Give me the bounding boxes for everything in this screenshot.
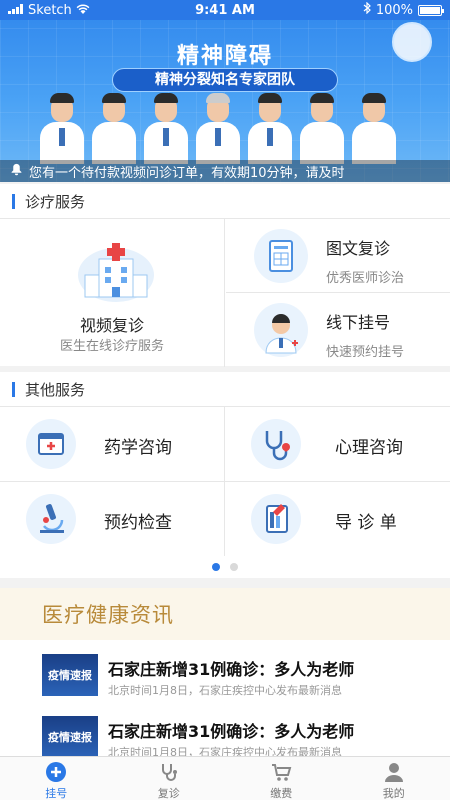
- doctor-figure: [92, 92, 136, 164]
- carrier-name: Sketch: [28, 2, 72, 18]
- tab-mine[interactable]: 我的: [338, 757, 450, 800]
- stethoscope-icon: [251, 419, 301, 469]
- psych-consult-button[interactable]: 心理咨询: [225, 407, 450, 482]
- page-dot-active[interactable]: [212, 563, 220, 571]
- tab-payment[interactable]: 缴费: [225, 757, 338, 800]
- page-indicator: [0, 556, 450, 578]
- psych-consult-label: 心理咨询: [335, 438, 403, 458]
- doctor-figure: [144, 92, 188, 164]
- section-title: 其他服务: [25, 380, 86, 399]
- image-text-consult-title: 图文复诊: [326, 239, 391, 258]
- status-bar: Sketch 9:41 AM 100%: [0, 0, 450, 20]
- banner[interactable]: 精神障碍 精神分裂知名专家团队 您有一个待付款视频问诊订单，有效期10分钟，请及…: [0, 0, 450, 182]
- document-icon: [251, 494, 301, 544]
- book-exam-label: 预约检查: [104, 513, 172, 533]
- news-title: 石家庄新增31例确诊：多人为老师: [108, 722, 355, 741]
- pharmacy-consult-label: 药学咨询: [104, 438, 172, 458]
- tab-label: 挂号: [45, 787, 68, 800]
- doctor-figure: [196, 92, 240, 164]
- report-icon: [254, 229, 308, 283]
- news-item[interactable]: 疫情速报 石家庄新增31例确诊：多人为老师 北京时间1月8日，石家庄疾控中心发布…: [0, 640, 450, 700]
- bluetooth-icon: [363, 1, 371, 18]
- payment-notice[interactable]: 您有一个待付款视频问诊订单，有效期10分钟，请及时: [0, 160, 450, 182]
- section-heading-other: 其他服务: [0, 372, 450, 406]
- tab-bar: 挂号 复诊 缴费 我的: [0, 756, 450, 800]
- news-heading: 医疗健康资讯: [0, 588, 450, 640]
- offline-registration-title: 线下挂号: [326, 313, 391, 332]
- tab-label: 我的: [382, 787, 405, 800]
- battery-percent: 100%: [375, 2, 413, 18]
- section-title: 诊疗服务: [25, 192, 86, 211]
- wifi-icon: [76, 3, 90, 18]
- news-list: 疫情速报 石家庄新增31例确诊：多人为老师 北京时间1月8日，石家庄疾控中心发布…: [0, 640, 450, 760]
- book-exam-button[interactable]: 预约检查: [0, 482, 225, 557]
- video-consult-title: 视频复诊: [79, 316, 144, 335]
- banner-subtitle: 精神分裂知名专家团队: [112, 68, 338, 92]
- section-accent: [12, 193, 15, 209]
- news-thumbnail: 疫情速报: [42, 654, 98, 696]
- hospital-icon: [78, 243, 154, 302]
- notice-text: 您有一个待付款视频问诊订单，有效期10分钟，请及时: [29, 165, 345, 181]
- tab-register[interactable]: 挂号: [0, 757, 113, 800]
- news-desc: 北京时间1月8日，石家庄疾控中心发布最新消息: [108, 684, 342, 697]
- video-consult-desc: 医生在线诊疗服务: [59, 339, 164, 354]
- doctor-figure: [352, 92, 396, 164]
- news-thumbnail: 疫情速报: [42, 716, 98, 758]
- battery-icon: [418, 4, 444, 16]
- pharmacy-consult-button[interactable]: 药学咨询: [0, 407, 225, 482]
- doctor-figure: [300, 92, 344, 164]
- other-services: 药学咨询 心理咨询 预约检查 导 诊 单: [0, 406, 450, 557]
- signal-icon: [8, 3, 24, 18]
- banner-title: 精神障碍: [176, 44, 273, 69]
- guide-sheet-button[interactable]: 导 诊 单: [225, 482, 450, 557]
- doctor-figure: [40, 92, 84, 164]
- plus-circle-icon: [44, 761, 68, 783]
- guide-sheet-label: 导 诊 单: [335, 513, 397, 533]
- cart-icon: [269, 761, 293, 783]
- doctor-icon: [254, 303, 308, 357]
- user-icon: [382, 761, 406, 783]
- tab-revisit[interactable]: 复诊: [113, 757, 226, 800]
- page-dot[interactable]: [230, 563, 238, 571]
- offline-registration-desc: 快速预约挂号: [326, 345, 405, 360]
- section-heading-diagnosis: 诊疗服务: [0, 184, 450, 218]
- tab-label: 复诊: [157, 787, 180, 800]
- doctor-team-image: [40, 92, 396, 164]
- doctor-figure: [248, 92, 292, 164]
- image-text-consult-card[interactable]: 图文复诊 优秀医师诊治: [226, 219, 450, 293]
- diagnosis-services: 视频复诊 医生在线诊疗服务 图文复诊 优秀医师诊治 线下挂号 快速预约挂号: [0, 218, 450, 367]
- video-consult-card[interactable]: 视频复诊 医生在线诊疗服务: [0, 219, 225, 367]
- news-title: 石家庄新增31例确诊：多人为老师: [108, 660, 355, 679]
- offline-registration-card[interactable]: 线下挂号 快速预约挂号: [226, 293, 450, 367]
- medicine-box-icon: [26, 419, 76, 469]
- microscope-icon: [26, 494, 76, 544]
- bell-icon: [10, 163, 23, 180]
- tab-label: 缴费: [270, 787, 293, 800]
- image-text-consult-desc: 优秀医师诊治: [326, 271, 405, 286]
- section-accent: [12, 381, 15, 397]
- stethoscope-icon: [157, 761, 181, 783]
- news-item[interactable]: 疫情速报 石家庄新增31例确诊：多人为老师 北京时间1月8日，石家庄疾控中心发布…: [0, 702, 450, 762]
